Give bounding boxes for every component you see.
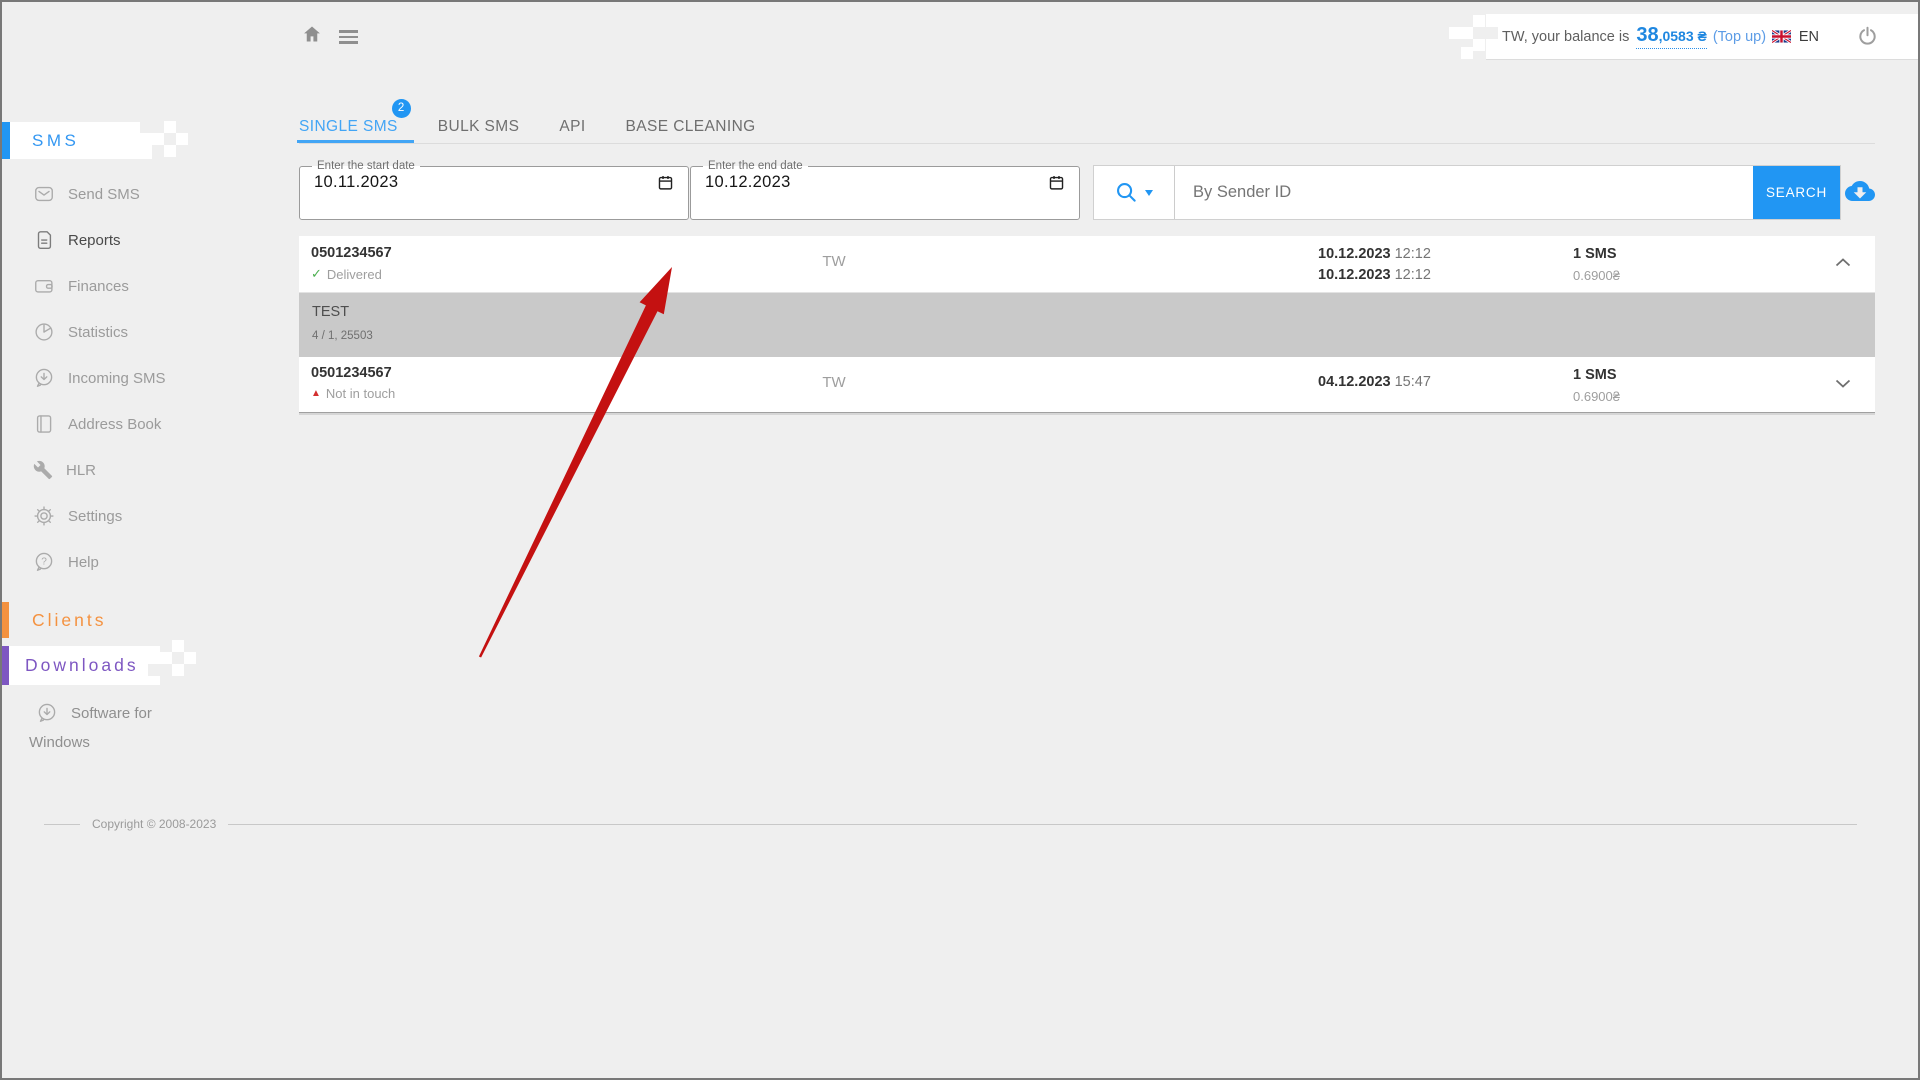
- caret-down-icon: [1145, 190, 1153, 196]
- uk-flag-icon: [1772, 30, 1791, 43]
- language-selector[interactable]: EN: [1772, 29, 1819, 45]
- check-icon: ✓: [311, 266, 322, 282]
- message-report-list: 0501234567 ✓ Delivered TW 10.12.2023 12:…: [299, 236, 1875, 413]
- message-count-price: 1 SMS 0.6900₴: [1573, 365, 1620, 407]
- message-detail-row: TEST 4 / 1, 25503: [299, 293, 1875, 357]
- warning-triangle-icon: ▲: [311, 388, 321, 399]
- message-meta: 4 / 1, 25503: [312, 330, 1862, 342]
- home-icon[interactable]: [302, 24, 322, 44]
- wrench-icon: [33, 460, 53, 480]
- sidebar-item-address-book[interactable]: Address Book: [2, 401, 252, 447]
- balance-amount[interactable]: 38,0583 ₴: [1636, 24, 1707, 49]
- sidebar-item-software-for-windows[interactable]: Software for Windows: [2, 702, 212, 751]
- message-status: ▲ Not in touch: [311, 386, 395, 401]
- book-icon: [33, 413, 55, 435]
- search-type-dropdown[interactable]: [1094, 166, 1175, 219]
- message-count-price: 1 SMS 0.6900₴: [1573, 244, 1620, 286]
- sidebar-item-help[interactable]: ? Help: [2, 539, 252, 585]
- start-date-field[interactable]: Enter the start date 10.11.2023: [299, 160, 689, 220]
- sidebar-item-label: Send SMS: [68, 186, 140, 203]
- sidebar-item-hlr[interactable]: HLR: [2, 447, 252, 493]
- balance-panel: TW, your balance is 38,0583 ₴ (Top up) E…: [1486, 14, 1918, 60]
- message-row-2[interactable]: 0501234567 ▲ Not in touch TW 04.12.2023 …: [299, 357, 1875, 413]
- sidebar-item-send-sms[interactable]: Send SMS: [2, 171, 252, 217]
- end-date-field[interactable]: Enter the end date 10.12.2023: [690, 160, 1080, 220]
- help-bubble-icon: ?: [33, 551, 55, 573]
- pie-chart-icon: [33, 321, 55, 343]
- single-sms-badge: 2: [392, 99, 411, 118]
- message-phone: 0501234567: [311, 245, 392, 261]
- message-status: ✓ Delivered: [311, 266, 382, 282]
- tab-api[interactable]: API: [559, 105, 585, 143]
- search-button[interactable]: SEARCH: [1753, 166, 1840, 219]
- wallet-icon: [33, 275, 55, 297]
- envelope-icon: [33, 183, 55, 205]
- sidebar-section-clients[interactable]: Clients: [2, 602, 107, 638]
- svg-text:?: ?: [41, 557, 47, 568]
- search-panel: SEARCH: [1093, 165, 1841, 220]
- software-label-line1: Software for: [71, 705, 152, 722]
- copyright-text: Copyright © 2008-2023: [92, 817, 216, 831]
- sidebar-item-finances[interactable]: Finances: [2, 263, 252, 309]
- sidebar-item-label: Address Book: [68, 416, 161, 433]
- cloud-download-icon[interactable]: [1845, 176, 1875, 206]
- sidebar-section-downloads[interactable]: Downloads: [2, 646, 160, 685]
- incoming-bubble-icon: [33, 367, 55, 389]
- sidebar-item-label: Reports: [68, 232, 121, 249]
- sidebar-item-settings[interactable]: Settings: [2, 493, 252, 539]
- sidebar-item-label: Finances: [68, 278, 129, 295]
- start-date-value[interactable]: 10.11.2023: [314, 173, 398, 192]
- top-up-link[interactable]: (Top up): [1713, 29, 1766, 45]
- sidebar-item-label: Help: [68, 554, 99, 571]
- message-text: TEST: [312, 304, 1862, 320]
- end-date-value[interactable]: 10.12.2023: [705, 173, 791, 192]
- message-phone: 0501234567: [311, 365, 392, 381]
- sidebar-item-label: Incoming SMS: [68, 370, 166, 387]
- tab-bulk-sms[interactable]: BULK SMS: [438, 105, 520, 143]
- software-label-line2: Windows: [2, 734, 212, 751]
- message-row-1[interactable]: 0501234567 ✓ Delivered TW 10.12.2023 12:…: [299, 236, 1875, 293]
- sidebar-item-reports[interactable]: Reports: [2, 217, 252, 263]
- sidebar-item-label: Settings: [68, 508, 122, 525]
- calendar-icon[interactable]: [1048, 174, 1065, 191]
- end-date-label: Enter the end date: [703, 160, 808, 172]
- document-icon: [33, 229, 55, 251]
- search-icon: [1115, 181, 1138, 204]
- message-sender: TW: [804, 253, 864, 270]
- message-dates: 10.12.2023 12:12 10.12.2023 12:12: [1318, 244, 1431, 286]
- sidebar-item-statistics[interactable]: Statistics: [2, 309, 252, 355]
- sidebar-menu: Send SMS Reports Finances Statistics Inc…: [2, 171, 252, 585]
- start-date-label: Enter the start date: [312, 160, 420, 172]
- sidebar-item-label: Statistics: [68, 324, 128, 341]
- chevron-down-icon[interactable]: [1835, 379, 1851, 388]
- sidebar-section-sms[interactable]: SMS: [2, 122, 152, 159]
- calendar-icon[interactable]: [657, 174, 674, 191]
- hamburger-menu-icon[interactable]: [339, 30, 358, 47]
- download-bubble-icon: [36, 702, 58, 724]
- search-input[interactable]: [1175, 166, 1753, 219]
- tab-single-sms[interactable]: SINGLE SMS 2: [299, 105, 398, 143]
- app-window: TW, your balance is 38,0583 ₴ (Top up) E…: [0, 0, 1920, 1080]
- message-sender: TW: [804, 374, 864, 391]
- sidebar-item-incoming-sms[interactable]: Incoming SMS: [2, 355, 252, 401]
- balance-prefix: TW, your balance is: [1502, 29, 1629, 45]
- message-dates: 04.12.2023 15:47: [1318, 372, 1431, 393]
- sidebar-item-label: HLR: [66, 462, 96, 479]
- footer-copyright: Copyright © 2008-2023: [44, 816, 1857, 832]
- chevron-up-icon[interactable]: [1835, 258, 1851, 267]
- power-logout-icon[interactable]: [1857, 26, 1878, 47]
- gear-icon: [33, 505, 55, 527]
- language-label: EN: [1799, 29, 1819, 45]
- report-tabs: SINGLE SMS 2 BULK SMS API BASE CLEANING: [299, 105, 1875, 144]
- tab-base-cleaning[interactable]: BASE CLEANING: [626, 105, 756, 143]
